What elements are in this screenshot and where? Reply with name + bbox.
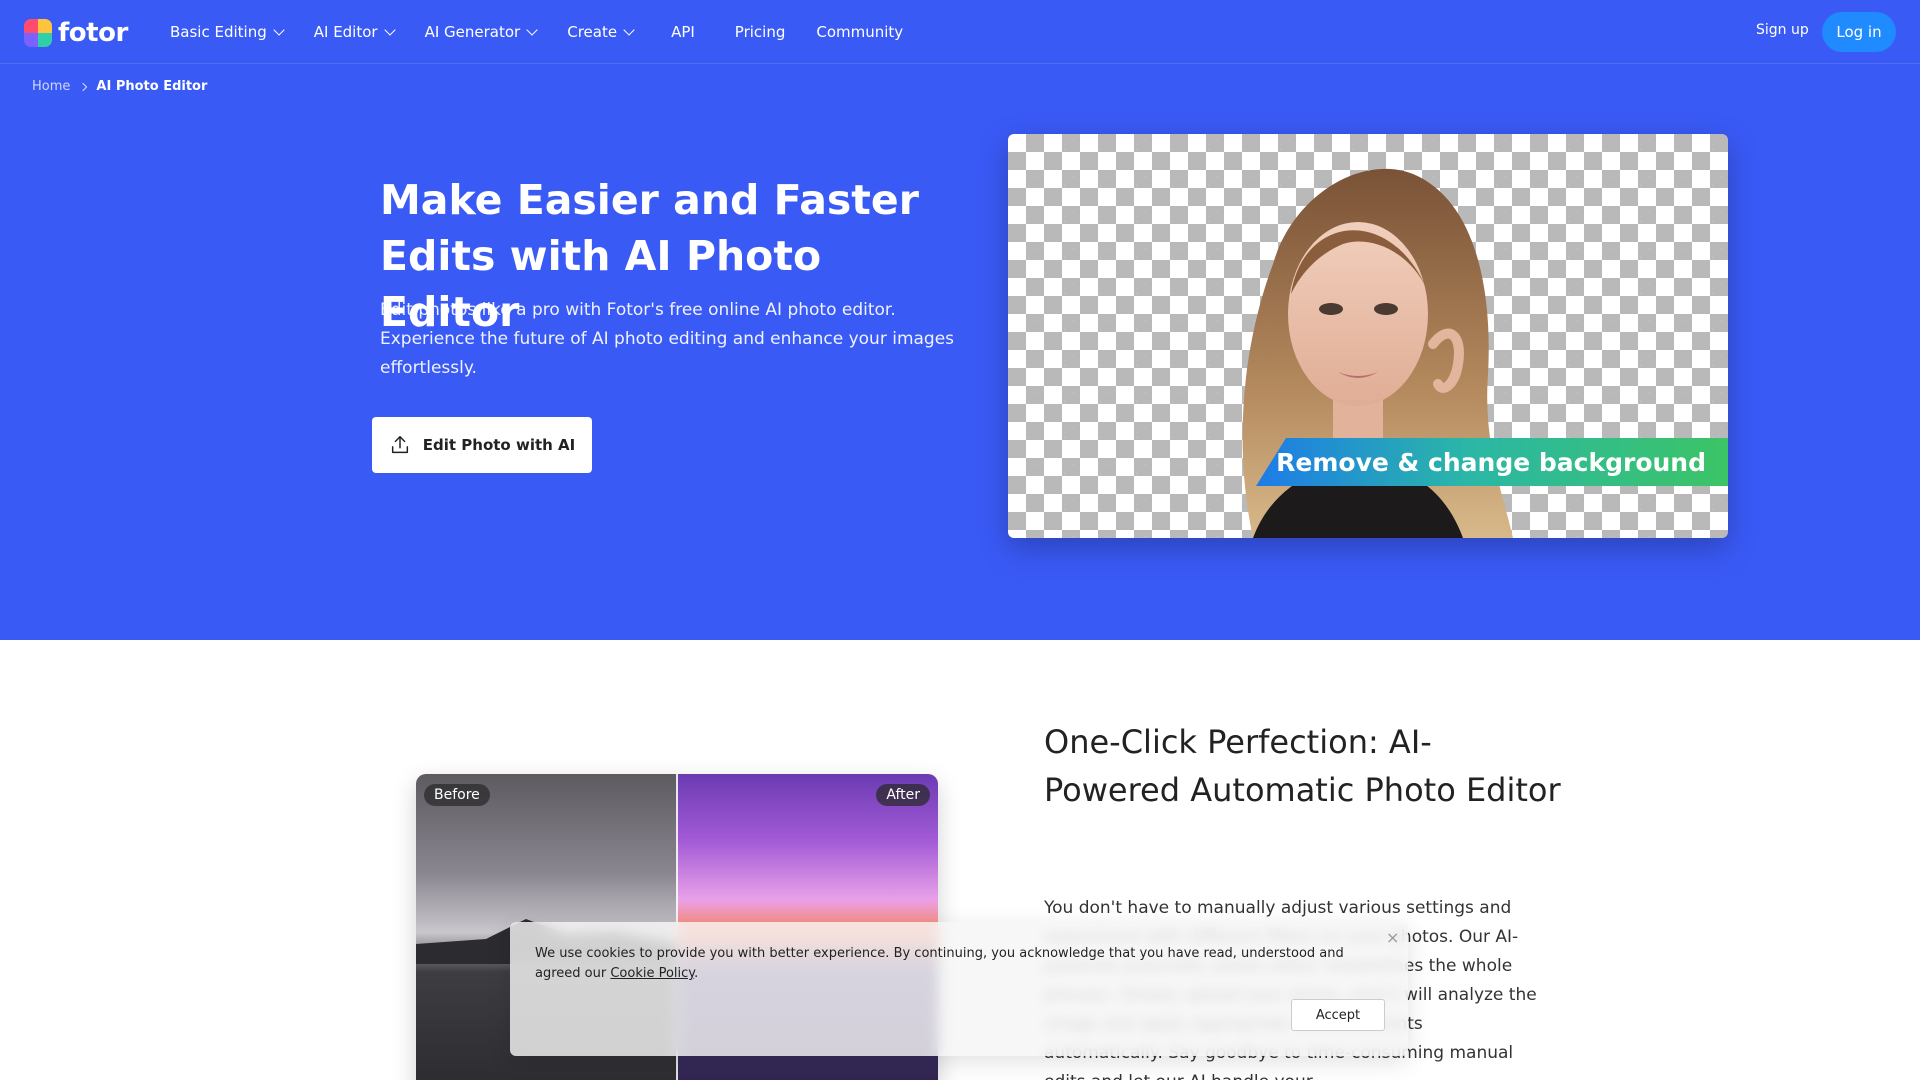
nav-item-label: Pricing xyxy=(734,23,786,41)
hero-section: Home AI Photo Editor Make Easier and Fas… xyxy=(0,64,1920,640)
upload-icon xyxy=(391,436,408,454)
nav-item-label: Basic Editing xyxy=(170,23,267,41)
logo-icon xyxy=(24,19,52,47)
sign-up-link[interactable]: Sign up xyxy=(1756,22,1809,38)
nav-item-create[interactable]: Create xyxy=(567,23,635,41)
edit-photo-label: Edit Photo with AI xyxy=(422,436,576,454)
accept-cookies-button[interactable]: Accept xyxy=(1291,999,1385,1031)
breadcrumb: Home AI Photo Editor xyxy=(32,79,207,94)
fotor-logo[interactable]: fotor xyxy=(24,18,128,48)
hero-description: Edit photos like a pro with Fotor's free… xyxy=(380,300,955,378)
chevron-down-icon xyxy=(623,24,635,36)
cookie-banner: We use cookies to provide you with bette… xyxy=(510,922,1408,1056)
breadcrumb-current: AI Photo Editor xyxy=(96,79,208,94)
nav-item-ai-generator[interactable]: AI Generator xyxy=(424,23,538,41)
log-in-button[interactable]: Log in xyxy=(1822,12,1896,52)
nav-item-api[interactable]: API xyxy=(671,23,695,41)
before-label: Before xyxy=(424,784,490,806)
cookie-text-end: . xyxy=(694,966,699,981)
remove-background-banner: Remove & change background xyxy=(1256,438,1728,486)
nav-item-ai-editor[interactable]: AI Editor xyxy=(313,23,396,41)
close-icon[interactable]: × xyxy=(1386,930,1399,946)
cookie-message: We use cookies to provide you with bette… xyxy=(535,944,1355,984)
nav-item-label: AI Editor xyxy=(313,23,378,41)
chevron-down-icon xyxy=(526,24,538,36)
cookie-policy-link[interactable]: Cookie Policy xyxy=(610,966,694,981)
hero-demo-image: Remove & change background xyxy=(1008,134,1728,538)
chevron-down-icon xyxy=(383,24,396,36)
nav-item-label: API xyxy=(671,23,695,41)
logo-text: fotor xyxy=(58,18,128,48)
top-navigation: fotor Basic Editing AI Editor AI Generat… xyxy=(0,0,1920,64)
chevron-down-icon xyxy=(273,24,285,36)
nav-menu: Basic Editing AI Editor AI Generator Cre… xyxy=(170,0,934,64)
nav-item-community[interactable]: Community xyxy=(816,23,903,41)
nav-item-basic-editing[interactable]: Basic Editing xyxy=(170,23,285,41)
edit-photo-with-ai-button[interactable]: Edit Photo with AI xyxy=(372,417,592,473)
section-title: One-Click Perfection: AI-Powered Automat… xyxy=(1044,723,1561,809)
nav-item-pricing[interactable]: Pricing xyxy=(735,23,786,41)
nav-item-label: Create xyxy=(567,23,618,41)
nav-item-label: Community xyxy=(816,23,904,41)
nav-item-label: AI Generator xyxy=(424,23,521,41)
after-label: After xyxy=(876,784,930,806)
breadcrumb-home[interactable]: Home xyxy=(32,79,70,94)
chevron-right-icon xyxy=(79,82,88,91)
